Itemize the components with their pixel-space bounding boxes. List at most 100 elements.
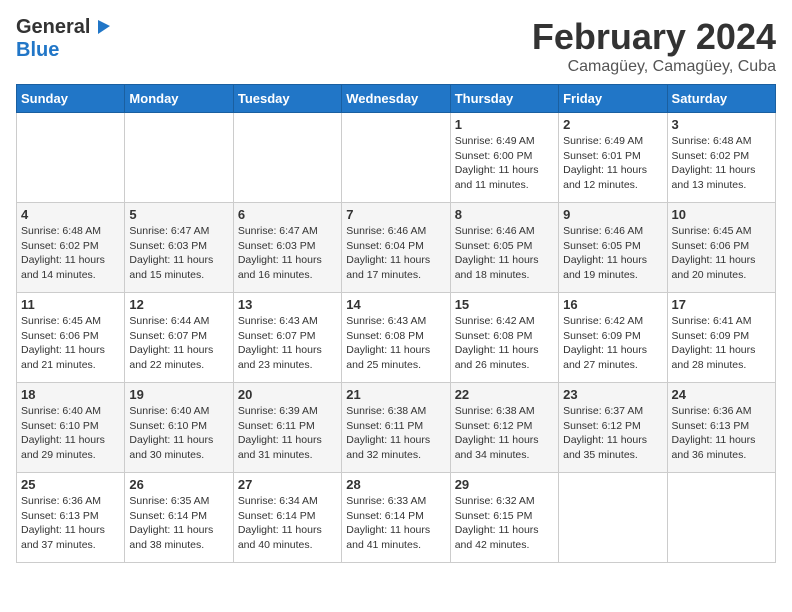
- day-number: 19: [129, 387, 228, 402]
- calendar-week-row: 25 Sunrise: 6:36 AMSunset: 6:13 PMDayligh…: [17, 473, 776, 563]
- day-info: Sunrise: 6:32 AMSunset: 6:15 PMDaylight:…: [455, 494, 554, 553]
- day-number: 1: [455, 117, 554, 132]
- calendar-cell: [233, 113, 341, 203]
- day-info: Sunrise: 6:42 AMSunset: 6:08 PMDaylight:…: [455, 314, 554, 373]
- calendar-body: 1 Sunrise: 6:49 AMSunset: 6:00 PMDaylight…: [17, 113, 776, 563]
- day-info: Sunrise: 6:46 AMSunset: 6:04 PMDaylight:…: [346, 224, 445, 283]
- day-info: Sunrise: 6:33 AMSunset: 6:14 PMDaylight:…: [346, 494, 445, 553]
- calendar-cell: [342, 113, 450, 203]
- day-number: 6: [238, 207, 337, 222]
- calendar-week-row: 1 Sunrise: 6:49 AMSunset: 6:00 PMDaylight…: [17, 113, 776, 203]
- header-day-monday: Monday: [125, 85, 233, 113]
- day-info: Sunrise: 6:36 AMSunset: 6:13 PMDaylight:…: [672, 404, 771, 463]
- day-number: 26: [129, 477, 228, 492]
- day-number: 12: [129, 297, 228, 312]
- day-number: 24: [672, 387, 771, 402]
- calendar-cell: 11Sunrise: 6:45 AMSunset: 6:06 PMDayligh…: [17, 293, 125, 383]
- calendar-cell: 6 Sunrise: 6:47 AMSunset: 6:03 PMDaylight…: [233, 203, 341, 293]
- day-number: 28: [346, 477, 445, 492]
- day-number: 3: [672, 117, 771, 132]
- day-info: Sunrise: 6:37 AMSunset: 6:12 PMDaylight:…: [563, 404, 662, 463]
- month-title: February 2024: [532, 16, 776, 58]
- calendar-cell: 27Sunrise: 6:34 AMSunset: 6:14 PMDayligh…: [233, 473, 341, 563]
- day-info: Sunrise: 6:42 AMSunset: 6:09 PMDaylight:…: [563, 314, 662, 373]
- calendar-cell: 1 Sunrise: 6:49 AMSunset: 6:00 PMDaylight…: [450, 113, 558, 203]
- calendar-cell: 19Sunrise: 6:40 AMSunset: 6:10 PMDayligh…: [125, 383, 233, 473]
- calendar-week-row: 4 Sunrise: 6:48 AMSunset: 6:02 PMDaylight…: [17, 203, 776, 293]
- calendar-cell: 29 Sunrise: 6:32 AMSunset: 6:15 PMDayligh…: [450, 473, 558, 563]
- day-number: 7: [346, 207, 445, 222]
- header-day-saturday: Saturday: [667, 85, 775, 113]
- day-info: Sunrise: 6:48 AMSunset: 6:02 PMDaylight:…: [21, 224, 120, 283]
- day-info: Sunrise: 6:44 AMSunset: 6:07 PMDaylight:…: [129, 314, 228, 373]
- day-number: 22: [455, 387, 554, 402]
- day-number: 10: [672, 207, 771, 222]
- day-number: 13: [238, 297, 337, 312]
- day-info: Sunrise: 6:48 AMSunset: 6:02 PMDaylight:…: [672, 134, 771, 193]
- day-info: Sunrise: 6:35 AMSunset: 6:14 PMDaylight:…: [129, 494, 228, 553]
- day-number: 18: [21, 387, 120, 402]
- calendar-cell: 10 Sunrise: 6:45 AMSunset: 6:06 PMDayligh…: [667, 203, 775, 293]
- day-number: 4: [21, 207, 120, 222]
- day-info: Sunrise: 6:45 AMSunset: 6:06 PMDaylight:…: [672, 224, 771, 283]
- calendar-cell: 18 Sunrise: 6:40 AMSunset: 6:10 PMDayligh…: [17, 383, 125, 473]
- calendar-cell: 3 Sunrise: 6:48 AMSunset: 6:02 PMDaylight…: [667, 113, 775, 203]
- day-number: 5: [129, 207, 228, 222]
- day-number: 21: [346, 387, 445, 402]
- calendar-cell: [667, 473, 775, 563]
- day-number: 9: [563, 207, 662, 222]
- calendar-cell: 20 Sunrise: 6:39 AMSunset: 6:11 PMDayligh…: [233, 383, 341, 473]
- day-info: Sunrise: 6:40 AMSunset: 6:10 PMDaylight:…: [21, 404, 120, 463]
- day-number: 23: [563, 387, 662, 402]
- logo: General Blue: [16, 16, 114, 62]
- day-number: 17: [672, 297, 771, 312]
- calendar-cell: 22 Sunrise: 6:38 AMSunset: 6:12 PMDayligh…: [450, 383, 558, 473]
- header-day-tuesday: Tuesday: [233, 85, 341, 113]
- day-info: Sunrise: 6:38 AMSunset: 6:11 PMDaylight:…: [346, 404, 445, 463]
- day-number: 29: [455, 477, 554, 492]
- calendar-cell: 23 Sunrise: 6:37 AMSunset: 6:12 PMDayligh…: [559, 383, 667, 473]
- day-info: Sunrise: 6:47 AMSunset: 6:03 PMDaylight:…: [129, 224, 228, 283]
- day-info: Sunrise: 6:43 AMSunset: 6:08 PMDaylight:…: [346, 314, 445, 373]
- day-info: Sunrise: 6:36 AMSunset: 6:13 PMDaylight:…: [21, 494, 120, 553]
- header-day-friday: Friday: [559, 85, 667, 113]
- calendar-cell: 25 Sunrise: 6:36 AMSunset: 6:13 PMDayligh…: [17, 473, 125, 563]
- day-number: 15: [455, 297, 554, 312]
- day-info: Sunrise: 6:49 AMSunset: 6:01 PMDaylight:…: [563, 134, 662, 193]
- calendar-cell: 21 Sunrise: 6:38 AMSunset: 6:11 PMDayligh…: [342, 383, 450, 473]
- day-info: Sunrise: 6:38 AMSunset: 6:12 PMDaylight:…: [455, 404, 554, 463]
- calendar-cell: 8Sunrise: 6:46 AMSunset: 6:05 PMDaylight…: [450, 203, 558, 293]
- day-info: Sunrise: 6:41 AMSunset: 6:09 PMDaylight:…: [672, 314, 771, 373]
- calendar-cell: [17, 113, 125, 203]
- calendar-cell: 16Sunrise: 6:42 AMSunset: 6:09 PMDayligh…: [559, 293, 667, 383]
- logo-icon: [92, 16, 114, 38]
- day-info: Sunrise: 6:49 AMSunset: 6:00 PMDaylight:…: [455, 134, 554, 193]
- day-info: Sunrise: 6:39 AMSunset: 6:11 PMDaylight:…: [238, 404, 337, 463]
- day-number: 20: [238, 387, 337, 402]
- calendar-cell: 14 Sunrise: 6:43 AMSunset: 6:08 PMDayligh…: [342, 293, 450, 383]
- calendar-cell: 12 Sunrise: 6:44 AMSunset: 6:07 PMDayligh…: [125, 293, 233, 383]
- day-number: 25: [21, 477, 120, 492]
- day-info: Sunrise: 6:46 AMSunset: 6:05 PMDaylight:…: [563, 224, 662, 283]
- location-title: Camagüey, Camagüey, Cuba: [532, 58, 776, 76]
- calendar-cell: 15 Sunrise: 6:42 AMSunset: 6:08 PMDayligh…: [450, 293, 558, 383]
- calendar-cell: [125, 113, 233, 203]
- header-day-sunday: Sunday: [17, 85, 125, 113]
- header-day-wednesday: Wednesday: [342, 85, 450, 113]
- calendar-cell: 7 Sunrise: 6:46 AMSunset: 6:04 PMDaylight…: [342, 203, 450, 293]
- calendar-cell: 28 Sunrise: 6:33 AMSunset: 6:14 PMDayligh…: [342, 473, 450, 563]
- day-number: 14: [346, 297, 445, 312]
- logo-blue: Blue: [16, 39, 59, 62]
- calendar-table: SundayMondayTuesdayWednesdayThursdayFrid…: [16, 84, 776, 563]
- calendar-cell: 4 Sunrise: 6:48 AMSunset: 6:02 PMDaylight…: [17, 203, 125, 293]
- day-info: Sunrise: 6:46 AMSunset: 6:05 PMDaylight:…: [455, 224, 554, 283]
- calendar-cell: [559, 473, 667, 563]
- logo-general: General: [16, 16, 90, 39]
- day-number: 11: [21, 297, 120, 312]
- day-info: Sunrise: 6:47 AMSunset: 6:03 PMDaylight:…: [238, 224, 337, 283]
- calendar-cell: 17 Sunrise: 6:41 AMSunset: 6:09 PMDayligh…: [667, 293, 775, 383]
- day-info: Sunrise: 6:34 AMSunset: 6:14 PMDaylight:…: [238, 494, 337, 553]
- calendar-cell: 5 Sunrise: 6:47 AMSunset: 6:03 PMDaylight…: [125, 203, 233, 293]
- calendar-header-row: SundayMondayTuesdayWednesdayThursdayFrid…: [17, 85, 776, 113]
- header: General Blue February 2024 Camagüey, Cam…: [16, 16, 776, 76]
